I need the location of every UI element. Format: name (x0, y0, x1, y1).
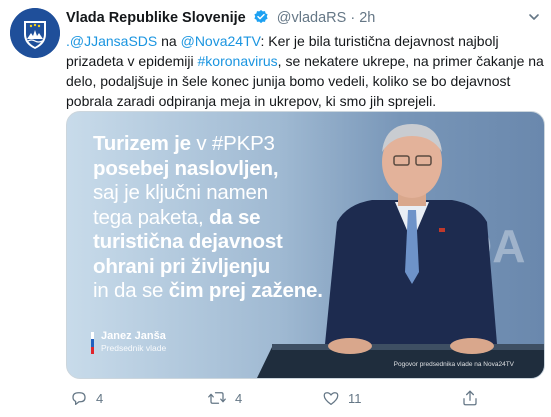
quote-text: Turizem je v #PKP3 posebej naslovljen, s… (93, 132, 333, 304)
quote-bold-segment: da se (208, 205, 261, 229)
header-separator: · (350, 10, 356, 26)
quote-line: tega paketa, da se (93, 206, 333, 231)
tweet-text-segment: na (157, 33, 181, 49)
account-avatar[interactable] (10, 8, 60, 58)
heart-icon (323, 392, 339, 406)
tweet-timestamp[interactable]: 2h (359, 10, 375, 26)
retweet-icon (208, 392, 226, 404)
mention-link[interactable]: @Nova24TV (181, 33, 261, 49)
tweet-media-image[interactable]: VLADA Turizem je v #PKP3 poseb (66, 111, 545, 379)
mention-link[interactable]: .@JJansaSDS (66, 33, 157, 49)
account-handle[interactable]: @vladaRS (277, 10, 347, 26)
quote-line: Turizem je v #PKP3 (93, 132, 333, 157)
tweet[interactable]: Vlada Republike Slovenije @vladaRS · 2h … (0, 0, 551, 417)
coat-of-arms-icon (10, 8, 60, 58)
quote-segment: tega paketa, (93, 205, 209, 229)
share-icon (463, 390, 477, 406)
tweet-actions: 4 4 11 (66, 386, 546, 410)
retweet-count: 4 (235, 390, 243, 406)
retweet-button[interactable]: 4 (207, 386, 242, 410)
reply-count: 4 (96, 390, 104, 406)
tweet-text: .@JJansaSDS na @Nova24TV: Ker je bila tu… (66, 31, 544, 111)
photo-credit: Pogovor predsednika vlade na Nova24TV (393, 361, 514, 368)
signature-role: Predsednik vlade (101, 343, 167, 353)
like-button[interactable]: 11 (322, 386, 362, 410)
quote-line: saj je ključni namen (93, 181, 268, 204)
tweet-menu-chevron-down-icon[interactable] (527, 10, 541, 29)
share-button[interactable] (461, 386, 487, 410)
quote-bold-segment: Turizem je (93, 132, 191, 155)
quote-line: posebej naslovljen, (93, 156, 279, 180)
slovenian-flag-icon (91, 332, 94, 354)
quote-line: ohrani pri življenju (93, 254, 271, 278)
reply-button[interactable]: 4 (70, 386, 103, 410)
signature-name: Janez Janša (101, 330, 166, 342)
verified-badge-icon (253, 9, 269, 29)
quote-segment: v #PKP3 (190, 132, 275, 155)
account-name[interactable]: Vlada Republike Slovenije (66, 10, 246, 26)
tweet-header: Vlada Republike Slovenije @vladaRS · 2h (66, 9, 541, 29)
hashtag-link[interactable]: #koronavirus (198, 53, 278, 69)
quote-segment: in da se (93, 279, 169, 302)
quote-line: turistična dejavnost (93, 230, 283, 253)
like-count: 11 (348, 390, 362, 406)
reply-icon (72, 392, 86, 406)
quote-bold-segment: čim prej zažene. (168, 279, 323, 302)
quote-line: in da se čim prej zažene. (93, 279, 333, 304)
